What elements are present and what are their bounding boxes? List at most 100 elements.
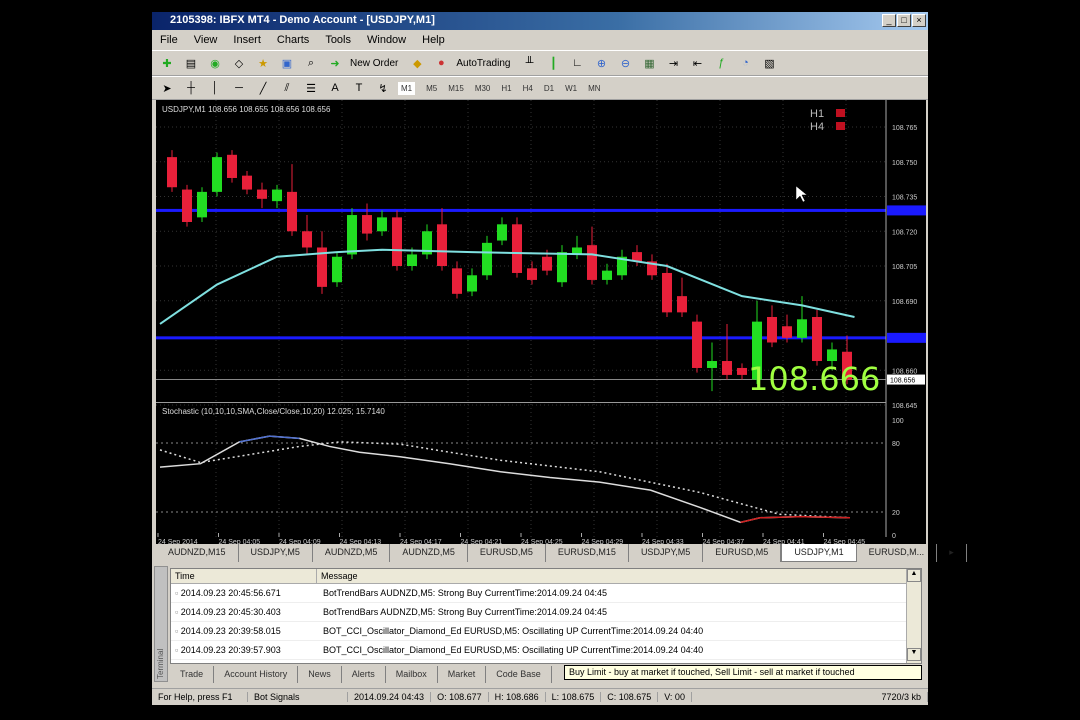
close-button[interactable]: × — [912, 14, 926, 27]
maximize-button[interactable]: □ — [897, 14, 911, 27]
menu-view[interactable]: View — [194, 34, 218, 46]
timeframe-m5[interactable]: M5 — [426, 84, 437, 93]
table-row[interactable]: ▫ 2014.09.23 20:39:58.015 BOT_CCI_Oscilla… — [171, 622, 921, 641]
terminal-tab[interactable]: Mailbox — [386, 666, 438, 683]
candle-bull — [347, 215, 357, 255]
scroll-up-icon[interactable]: ▲ — [907, 569, 921, 582]
label-icon[interactable]: T — [350, 79, 368, 97]
timeframe-m1[interactable]: M1 — [398, 81, 416, 95]
timeframe-w1[interactable]: W1 — [565, 84, 577, 93]
autotrading-button[interactable]: AutoTrading — [456, 58, 510, 69]
chart-tab[interactable]: EURUSD,M5 — [468, 544, 546, 562]
terminal-tab[interactable]: Account History — [214, 666, 299, 683]
chart-tab[interactable]: USDJPY,M5 — [239, 544, 313, 562]
candle-bear — [392, 217, 402, 267]
candle-bull — [467, 275, 477, 292]
chart-tabs: AUDNZD,M15 USDJPY,M5 AUDNZD,M5 AUDNZD,M5 EUR… — [156, 544, 967, 562]
autotrading-icon[interactable]: ● — [432, 54, 450, 72]
terminal-icon[interactable]: ▣ — [278, 54, 296, 72]
chart-tab[interactable]: AUDNZD,M15 — [156, 544, 239, 562]
timeframe-m15[interactable]: M15 — [448, 84, 464, 93]
candlestick-icon[interactable]: ┃ — [544, 54, 562, 72]
periods-icon[interactable]: ◔ — [736, 54, 754, 72]
chart-window[interactable]: USDJPY,M1 108.656 108.655 108.656 108.65… — [156, 100, 926, 546]
candle-bear — [782, 326, 792, 338]
status-field: C: 108.675 — [601, 692, 659, 702]
horizontal-level-line — [156, 336, 926, 340]
candle-bear — [362, 215, 372, 234]
chart-tab[interactable]: USDJPY,M1 — [781, 544, 857, 562]
market-watch-icon[interactable]: ◉ — [206, 54, 224, 72]
arrows-icon[interactable]: ↯ — [374, 79, 392, 97]
chart-tab[interactable]: AUDNZD,M5 — [313, 544, 391, 562]
minimize-button[interactable]: _ — [882, 14, 896, 27]
profiles-icon[interactable]: ▤ — [182, 54, 200, 72]
candle-bull — [707, 361, 717, 368]
menu-help[interactable]: Help — [422, 34, 445, 46]
timeframe-m30[interactable]: M30 — [475, 84, 491, 93]
autoscroll-icon[interactable]: ⇤ — [688, 54, 706, 72]
menu-tools[interactable]: Tools — [325, 34, 351, 46]
terminal-side-strip[interactable]: Terminal — [154, 566, 168, 682]
table-row[interactable]: ▫ 2014.09.23 20:39:57.903 BOT_CCI_Oscilla… — [171, 641, 921, 660]
table-scrollbar[interactable]: ▲ ▼ — [906, 569, 921, 663]
zoom-out-icon[interactable]: ⊖ — [616, 54, 634, 72]
vertical-line-icon[interactable]: │ — [206, 79, 224, 97]
chart-shift-icon[interactable]: ⇥ — [664, 54, 682, 72]
chart-tab[interactable]: EURUSD,M15 — [546, 544, 629, 562]
chart-tab[interactable]: USDJPY,M5 — [629, 544, 704, 562]
zoom-in-icon[interactable]: ⊕ — [592, 54, 610, 72]
new-chart-icon[interactable]: ✚ — [158, 54, 176, 72]
trendline-icon[interactable]: ╱ — [254, 79, 272, 97]
navigator-icon[interactable]: ★ — [254, 54, 272, 72]
chart-tab[interactable]: AUDNZD,M5 — [390, 544, 468, 562]
line-chart-icon[interactable]: ∟ — [568, 54, 586, 72]
table-row[interactable]: ▫ 2014.09.23 20:45:30.403 BotTrendBars AU… — [171, 603, 921, 622]
new-order-icon[interactable]: ➜ — [326, 54, 344, 72]
terminal-tab[interactable]: Market — [438, 666, 487, 683]
data-window-icon[interactable]: ◇ — [230, 54, 248, 72]
table-row[interactable]: ▫ 2014.09.23 20:45:56.671 BotTrendBars AU… — [171, 584, 921, 603]
standard-toolbar: ✚ ▤ ◉ ◇ ★ ▣ ⌕ ➜ New Order ◆ ● AutoTradin… — [152, 50, 928, 76]
chart-tab[interactable]: EURUSD,M5 — [703, 544, 782, 562]
column-message[interactable]: Message — [317, 569, 921, 583]
current-price-label: 108.656 — [890, 378, 915, 385]
timeframe-mn[interactable]: MN — [588, 84, 600, 93]
indicators-icon[interactable]: ƒ — [712, 54, 730, 72]
chart-tab[interactable]: EURUSD,M... — [857, 544, 938, 562]
terminal-tab[interactable]: Alerts — [342, 666, 386, 683]
row-time-text: 2014.09.23 20:45:56.671 — [180, 588, 281, 598]
terminal-tab[interactable]: Trade — [170, 666, 215, 683]
column-time[interactable]: Time — [171, 569, 317, 583]
chart-canvas[interactable]: USDJPY,M1 108.656 108.655 108.656 108.65… — [156, 100, 926, 546]
terminal-tab[interactable]: News — [298, 666, 342, 683]
timeframe-h4[interactable]: H4 — [523, 84, 533, 93]
crosshair-icon[interactable]: ┼ — [182, 79, 200, 97]
bar-chart-icon[interactable]: ╨ — [520, 54, 538, 72]
metaeditor-icon[interactable]: ◆ — [408, 54, 426, 72]
channel-icon[interactable]: ⫽ — [278, 79, 296, 97]
row-time: ▫ 2014.09.23 20:39:58.015 — [171, 626, 317, 636]
scroll-down-icon[interactable]: ▼ — [907, 648, 921, 661]
candle-bear — [587, 245, 597, 280]
stochastic-main-line — [159, 435, 851, 524]
horizontal-line-icon[interactable]: ─ — [230, 79, 248, 97]
tester-icon[interactable]: ⌕ — [302, 54, 320, 72]
price-tick-label: 108.765 — [892, 125, 917, 132]
menu-charts[interactable]: Charts — [277, 34, 309, 46]
templates-icon[interactable]: ▧ — [760, 54, 778, 72]
timeframe-h1[interactable]: H1 — [501, 84, 511, 93]
terminal-tab[interactable]: Code Base — [486, 666, 552, 683]
fibonacci-icon[interactable]: ☰ — [302, 79, 320, 97]
cursor-icon[interactable]: ➤ — [158, 79, 176, 97]
menu-insert[interactable]: Insert — [233, 34, 261, 46]
candle-bear — [692, 321, 702, 368]
menu-file[interactable]: File — [160, 34, 178, 46]
tile-windows-icon[interactable]: ▦ — [640, 54, 658, 72]
candle-bear — [737, 367, 747, 375]
new-order-button[interactable]: New Order — [350, 58, 398, 69]
menu-window[interactable]: Window — [367, 34, 406, 46]
text-icon[interactable]: A — [326, 79, 344, 97]
tab-scroll-right-icon[interactable]: ▸ — [937, 544, 967, 562]
timeframe-d1[interactable]: D1 — [544, 84, 554, 93]
